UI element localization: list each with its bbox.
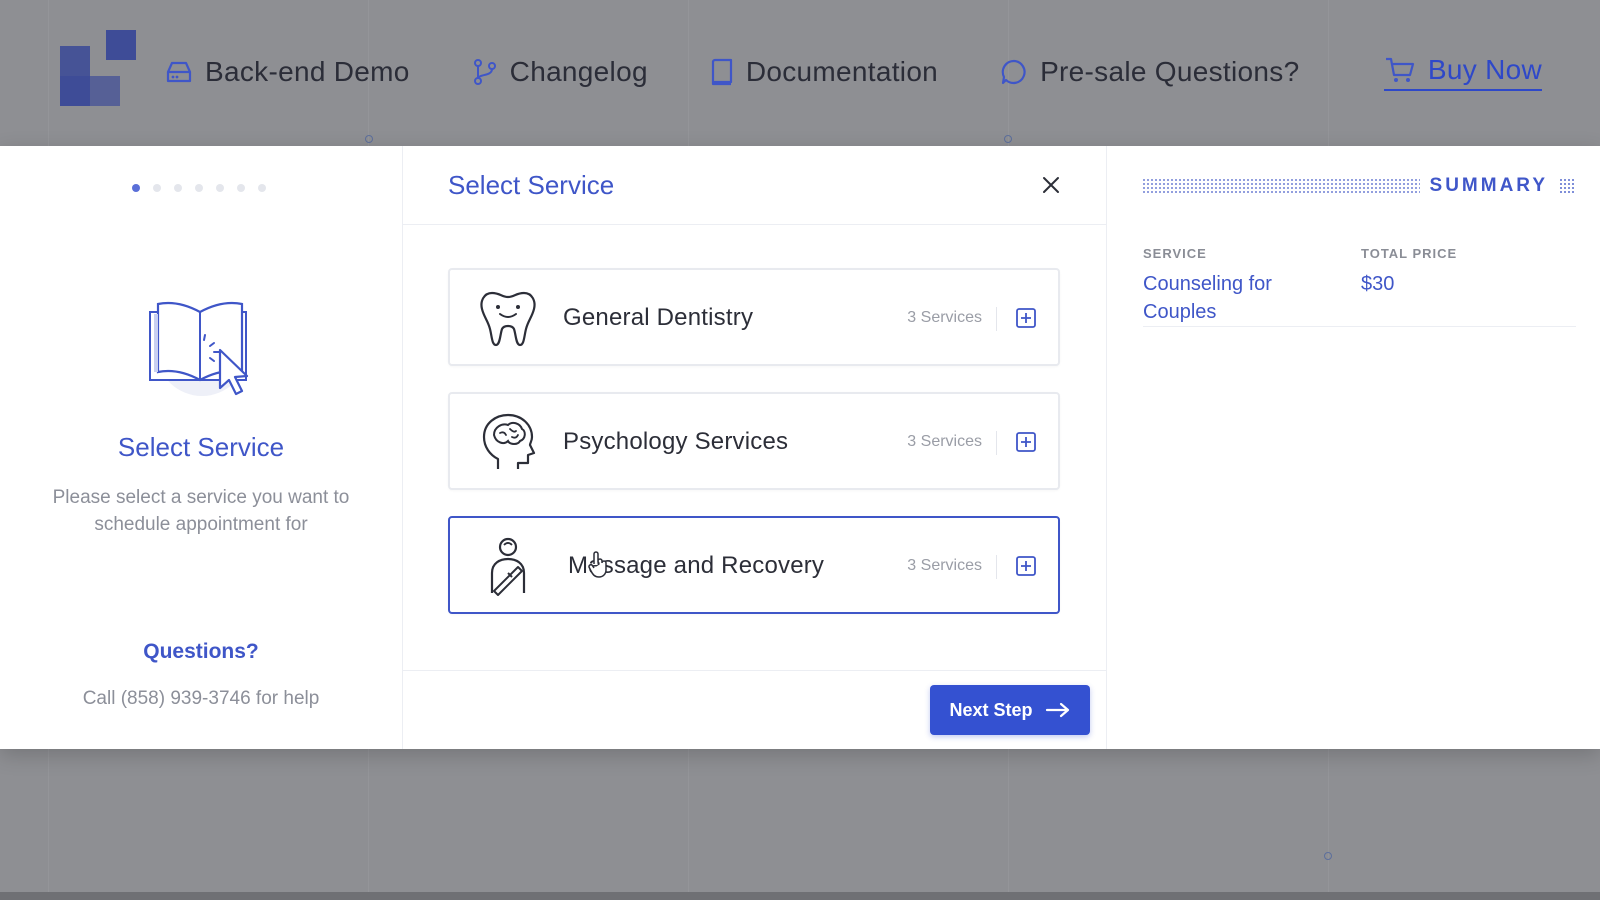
step-dot — [237, 184, 245, 192]
nav-back-end-demo[interactable]: Back-end Demo — [165, 56, 410, 88]
cart-icon — [1385, 57, 1414, 82]
bottom-strip — [0, 892, 1600, 900]
chat-bubble-icon — [1001, 59, 1026, 85]
step-dot — [258, 184, 266, 192]
book-icon — [711, 58, 732, 86]
divider — [996, 555, 997, 579]
questions-phone-text: Call (858) 939-3746 for help — [82, 688, 320, 709]
summary-pattern — [1143, 179, 1420, 193]
left-step-title: Select Service — [117, 432, 285, 462]
hard-drive-icon — [166, 61, 192, 83]
divider — [996, 307, 997, 331]
top-nav: Back-end Demo Changelog Documentation Pr… — [165, 50, 1542, 94]
expand-plus-icon[interactable] — [1016, 556, 1036, 576]
expand-plus-icon[interactable] — [1016, 432, 1036, 452]
nav-label: Pre-sale Questions? — [1040, 56, 1300, 87]
next-step-button[interactable]: Next Step — [930, 685, 1090, 735]
summary-service-label: SERVICE — [1143, 246, 1207, 261]
bg-dot — [1324, 852, 1332, 860]
nav-pre-sale-questions[interactable]: Pre-sale Questions? — [1000, 56, 1299, 88]
bg-dot — [1004, 135, 1012, 143]
booking-modal: Select Service Please select a service y… — [0, 146, 1600, 749]
nav-buy-now[interactable]: Buy Now — [1383, 53, 1542, 91]
summary-pane: SUMMARY SERVICE Counseling for Couples T… — [1107, 146, 1600, 749]
summary-price-value: $30 — [1361, 273, 1395, 295]
summary-price-label: TOTAL PRICE — [1361, 246, 1458, 261]
summary-service-value: Counseling for Couples — [1143, 273, 1272, 323]
nav-label: Changelog — [509, 56, 648, 87]
step-dot — [195, 184, 203, 192]
expand-plus-icon[interactable] — [1016, 308, 1036, 328]
service-card-massage-and-recovery[interactable]: Massage and Recovery 3 Services — [448, 516, 1060, 614]
service-count: 3 Services — [907, 433, 982, 450]
arrow-right-icon — [1045, 702, 1069, 718]
close-icon[interactable] — [1040, 174, 1062, 196]
service-count: 3 Services — [907, 557, 982, 574]
nav-label: Back-end Demo — [205, 56, 410, 87]
page-title: Select Service — [448, 170, 615, 200]
brain-head-icon — [482, 413, 536, 469]
step-dot — [174, 184, 182, 192]
step-dot — [216, 184, 224, 192]
questions-title: Questions? — [143, 640, 259, 663]
summary-grid-icon — [1560, 179, 1576, 193]
step-dot-active — [132, 184, 140, 192]
brand-logo[interactable] — [60, 30, 136, 106]
service-name: Psychology Services — [563, 428, 789, 455]
modal-header: Select Service — [403, 146, 1106, 225]
nav-documentation[interactable]: Documentation — [710, 56, 938, 88]
book-pointer-illustration-icon — [149, 301, 249, 396]
nav-label: Documentation — [745, 56, 939, 87]
left-step-description: Please select a service you want to sche… — [52, 487, 350, 535]
service-selection-pane: Select Service General Dentistry 3 Servi… — [403, 146, 1107, 749]
step-dot — [153, 184, 161, 192]
service-count: 3 Services — [907, 309, 982, 326]
summary-title: SUMMARY — [1429, 175, 1548, 196]
modal-footer: Next Step — [403, 670, 1106, 749]
step-info-pane: Select Service Please select a service y… — [0, 146, 403, 749]
hand-cursor-icon — [588, 551, 607, 578]
service-card-general-dentistry[interactable]: General Dentistry 3 Services — [448, 268, 1060, 366]
service-name: General Dentistry — [563, 304, 754, 331]
git-branch-icon — [473, 59, 496, 85]
summary-header: SUMMARY — [1143, 175, 1576, 196]
divider — [996, 431, 997, 455]
massage-person-icon — [490, 537, 526, 596]
summary-details: SERVICE Counseling for Couples TOTAL PRI… — [1143, 246, 1576, 327]
nav-label: Buy Now — [1427, 53, 1542, 85]
tooth-icon — [480, 291, 536, 347]
service-list: General Dentistry 3 Services Psychology … — [448, 268, 1060, 640]
step-progress — [132, 184, 266, 192]
service-card-psychology-services[interactable]: Psychology Services 3 Services — [448, 392, 1060, 490]
nav-changelog[interactable]: Changelog — [472, 56, 648, 88]
next-step-label: Next Step — [949, 699, 1033, 720]
bg-dot — [365, 135, 373, 143]
